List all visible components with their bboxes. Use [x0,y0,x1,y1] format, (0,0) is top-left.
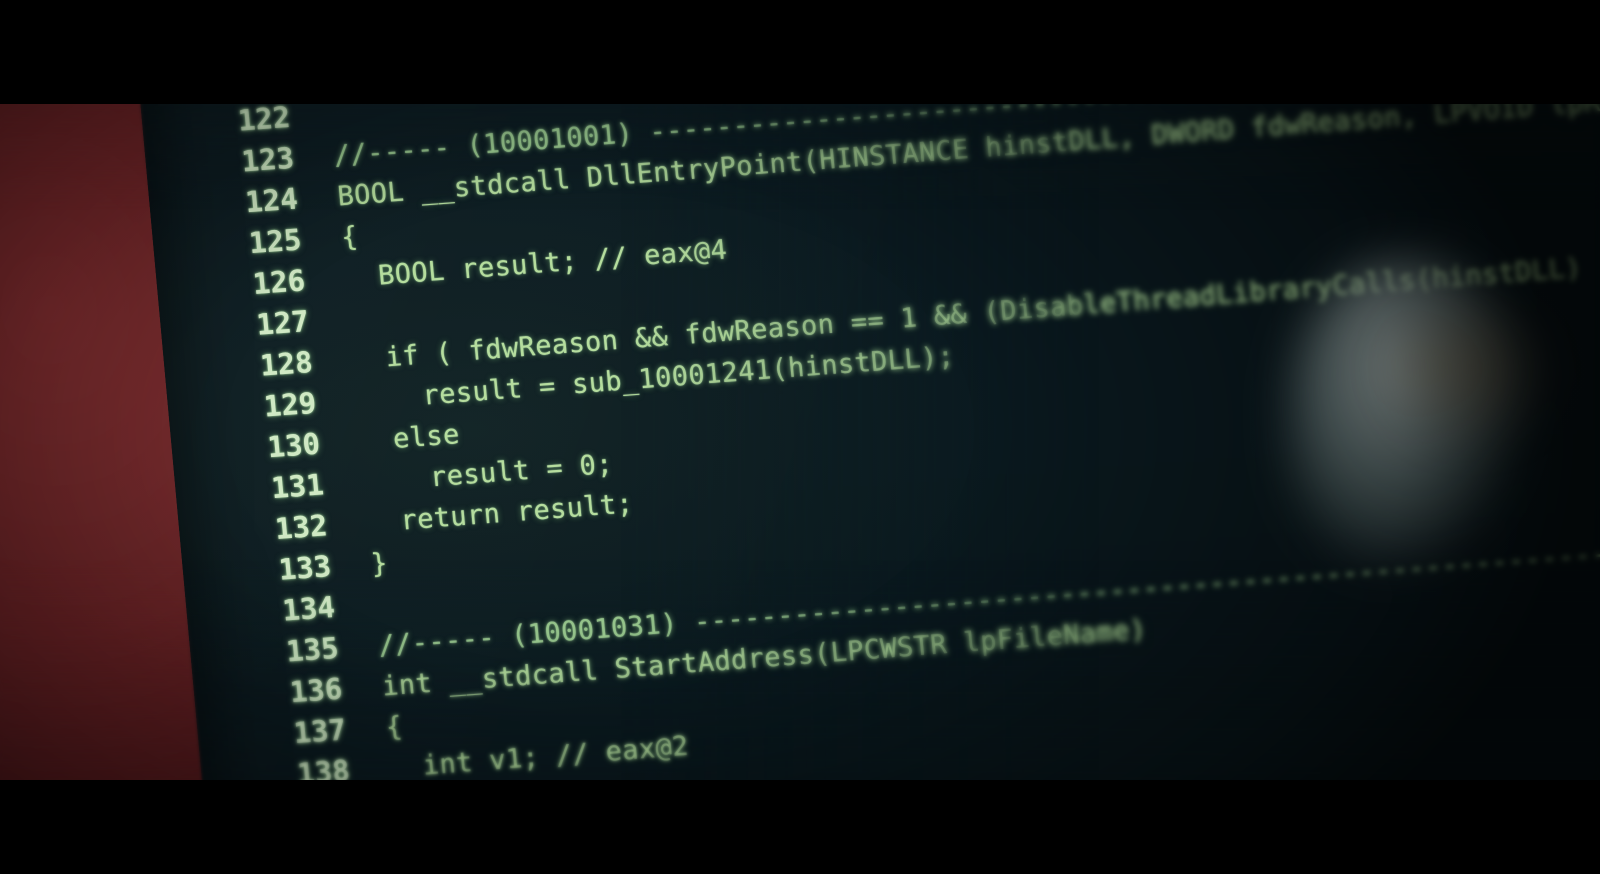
cinematic-bar-top [0,0,1600,104]
screenshot-stage: 120// int wsprintfW(LPWSTR,...)121122123… [0,0,1600,874]
photographed-scene: 120// int wsprintfW(LPWSTR,...)121122123… [0,0,1600,874]
cinematic-bar-bottom [0,780,1600,874]
